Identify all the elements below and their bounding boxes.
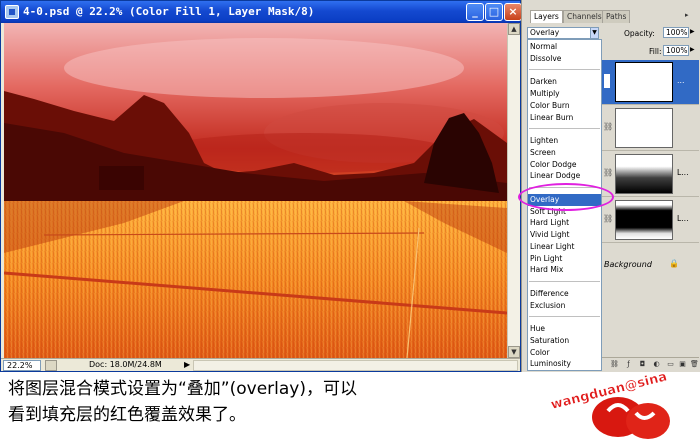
landscape-image: [4, 23, 507, 358]
layer-name: L…: [677, 168, 689, 177]
highlight-circle: [518, 183, 614, 211]
blend-mode-option[interactable]: Luminosity: [528, 358, 601, 370]
blend-mode-option[interactable]: Color Dodge: [528, 159, 601, 171]
blend-mode-option[interactable]: Hard Light: [528, 217, 601, 229]
layer-name: L…: [677, 214, 689, 223]
fill-input[interactable]: 100%: [663, 45, 689, 56]
add-mask-icon[interactable]: ◘: [638, 360, 647, 369]
layer-mask-thumbnail: [615, 200, 673, 240]
author-logo: wangduan@sina: [549, 373, 670, 439]
blend-mode-option[interactable]: Vivid Light: [528, 229, 601, 241]
background-layer-label[interactable]: Background: [604, 260, 652, 269]
layer-mask-thumbnail: [615, 154, 673, 194]
tab-layers[interactable]: Layers: [530, 10, 563, 23]
layers-list: … ⛓ ⛓ L… ⛓ L… Background 🔒: [602, 60, 699, 356]
layer-mask-thumbnail: [615, 108, 673, 148]
opacity-input[interactable]: 100%: [663, 27, 689, 38]
layer-row[interactable]: ⛓ L…: [602, 152, 699, 197]
scroll-down-arrow-icon[interactable]: ▼: [508, 346, 520, 358]
blend-separator: [529, 316, 600, 318]
link-layers-icon[interactable]: ⛓: [610, 360, 619, 369]
blend-mode-dropdown-list[interactable]: Normal Dissolve Darken Multiply Color Burn Li…: [518, 39, 614, 371]
layer-row[interactable]: ⛓ L…: [602, 198, 699, 243]
close-button[interactable]: ×: [504, 3, 522, 21]
new-group-icon[interactable]: ▭: [666, 360, 675, 369]
blend-mode-option[interactable]: Lighten: [528, 135, 601, 147]
document-window: 4-0.psd @ 22.2% (Color Fill 1, Layer Mas…: [0, 0, 522, 372]
blend-mode-option[interactable]: Screen: [528, 147, 601, 159]
blend-mode-option[interactable]: Linear Dodge: [528, 170, 601, 182]
fill-label: Fill:: [649, 47, 662, 56]
chain-link-icon[interactable]: ⛓: [603, 168, 613, 177]
image-canvas[interactable]: [4, 23, 507, 358]
navigator-icon[interactable]: [45, 360, 57, 371]
minimize-button[interactable]: _: [466, 3, 484, 21]
new-layer-icon[interactable]: ▣: [678, 360, 687, 369]
blend-mode-option[interactable]: Saturation: [528, 335, 601, 347]
status-bar: 22.2% Doc: 18.0M/24.8M ▶: [1, 358, 520, 371]
blend-mode-option[interactable]: Exclusion: [528, 300, 601, 312]
horizontal-scrollbar[interactable]: [193, 360, 518, 371]
blend-mode-option[interactable]: Linear Burn: [528, 112, 601, 124]
blend-mode-option[interactable]: Pin Light: [528, 253, 601, 265]
blend-mode-option[interactable]: Difference: [528, 288, 601, 300]
trash-icon[interactable]: 🗑: [690, 360, 699, 369]
blend-separator: [529, 128, 600, 130]
blend-mode-option[interactable]: Hard Mix: [528, 264, 601, 276]
palette-tabs: Layers Channels Paths: [522, 10, 700, 23]
chevron-down-icon[interactable]: ▼: [590, 27, 599, 39]
eye-icon[interactable]: [604, 74, 610, 88]
blend-separator: [529, 69, 600, 71]
caption-line-2: 看到填充层的红色覆盖效果了。: [8, 405, 246, 425]
caption-line-1: 将图层混合模式设置为“叠加”(overlay)，可以: [8, 379, 357, 399]
maximize-button[interactable]: □: [485, 3, 503, 21]
zoom-field[interactable]: 22.2%: [3, 360, 41, 371]
scroll-up-arrow-icon[interactable]: ▲: [508, 23, 520, 35]
layer-row[interactable]: ⛓: [602, 106, 699, 151]
palette-bottom-bar: ⛓ ƒ ◘ ◐ ▭ ▣ 🗑: [602, 357, 699, 370]
blend-mode-option[interactable]: Dissolve: [528, 53, 601, 65]
opacity-label: Opacity:: [624, 29, 655, 38]
layer-style-icon[interactable]: ƒ: [624, 360, 633, 369]
layer-row[interactable]: …: [602, 60, 699, 105]
tab-paths[interactable]: Paths: [602, 10, 631, 23]
blend-mode-option[interactable]: Linear Light: [528, 241, 601, 253]
blend-separator: [529, 280, 600, 282]
document-icon: [5, 5, 19, 19]
fill-slider-arrow-icon[interactable]: ▶: [690, 46, 695, 53]
blend-mode-option[interactable]: Color Burn: [528, 100, 601, 112]
blend-mode-option[interactable]: Normal: [528, 41, 601, 53]
opacity-slider-arrow-icon[interactable]: ▶: [690, 28, 695, 35]
vertical-scrollbar[interactable]: ▲ ▼: [507, 23, 520, 358]
blend-mode-option[interactable]: Multiply: [528, 88, 601, 100]
chain-link-icon[interactable]: ⛓: [603, 122, 613, 131]
layer-thumbnail: [615, 62, 673, 102]
title-bar[interactable]: 4-0.psd @ 22.2% (Color Fill 1, Layer Mas…: [1, 1, 522, 23]
blend-mode-option[interactable]: Color: [528, 347, 601, 359]
layer-name: …: [677, 76, 685, 85]
layers-palette: Layers Channels Paths ▸ Overlay ▼ Opacit…: [518, 0, 700, 372]
lock-icon: 🔒: [669, 259, 679, 268]
blend-mode-select[interactable]: Overlay: [527, 27, 599, 39]
window-title: 4-0.psd @ 22.2% (Color Fill 1, Layer Mas…: [23, 5, 315, 18]
document-size-info: Doc: 18.0M/24.8M: [89, 360, 162, 369]
blend-mode-option[interactable]: Darken: [528, 76, 601, 88]
adjustment-layer-icon[interactable]: ◐: [652, 360, 661, 369]
palette-menu-icon[interactable]: ▸: [685, 11, 689, 19]
status-menu-arrow-icon[interactable]: ▶: [184, 360, 190, 369]
chain-link-icon[interactable]: ⛓: [603, 214, 613, 223]
tab-channels[interactable]: Channels: [563, 10, 606, 23]
blend-mode-option[interactable]: Hue: [528, 323, 601, 335]
